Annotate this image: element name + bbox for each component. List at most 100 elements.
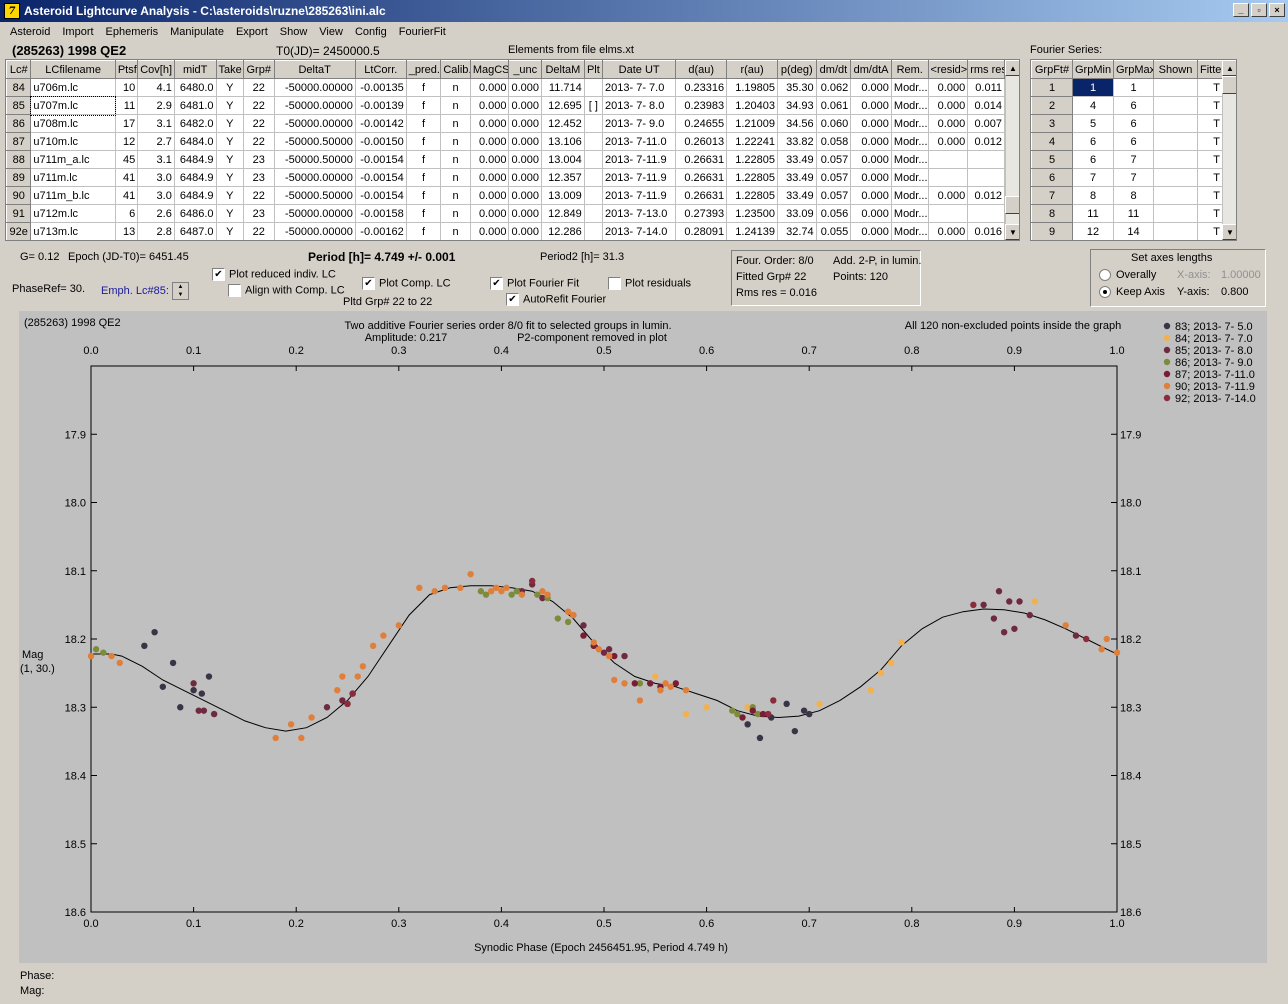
- data-point: [739, 714, 746, 721]
- data-point: [1103, 635, 1110, 643]
- data-point: [100, 649, 107, 656]
- data-point: [151, 628, 158, 636]
- x-tick-label-top: 1.0: [1109, 345, 1124, 357]
- data-point: [1000, 628, 1008, 636]
- data-point: [590, 639, 597, 646]
- data-point: [636, 697, 644, 704]
- y-tick-label-left: 18.2: [65, 634, 86, 646]
- legend-label: 85; 2013- 7- 8.0: [1175, 345, 1253, 357]
- x-tick-label-top: 0.2: [289, 345, 304, 357]
- data-point: [116, 659, 123, 667]
- data-point: [783, 700, 790, 708]
- y-tick-label-left: 18.5: [65, 839, 86, 851]
- data-point: [272, 734, 279, 742]
- y-tick-label-right: 18.5: [1120, 839, 1141, 851]
- y-tick-label-right: 18.4: [1120, 771, 1141, 783]
- data-point: [898, 639, 905, 646]
- data-point: [198, 690, 206, 697]
- data-point: [970, 601, 977, 609]
- legend-label: 84; 2013- 7- 7.0: [1175, 333, 1253, 345]
- legend-marker: [1163, 334, 1171, 342]
- y-tick-label-left: 18.0: [65, 498, 86, 510]
- plot-title: Two additive Fourier series order 8/0 fi…: [344, 320, 671, 332]
- legend-marker: [1163, 346, 1171, 354]
- data-point: [205, 673, 213, 680]
- plot-all-points: All 120 non-excluded points inside the g…: [905, 320, 1121, 332]
- data-point: [323, 704, 331, 711]
- data-point: [867, 686, 874, 694]
- data-point: [605, 646, 613, 653]
- x-tick-label-bottom: 0.4: [494, 918, 509, 930]
- data-point: [354, 673, 361, 680]
- data-point: [177, 704, 184, 711]
- y-axis-label-mag: Mag: [22, 649, 43, 661]
- y-tick-label-right: 18.6: [1120, 907, 1141, 919]
- x-tick-label-bottom: 0.8: [904, 918, 919, 930]
- data-point: [1011, 625, 1018, 632]
- data-point: [1016, 598, 1023, 605]
- legend-marker: [1163, 358, 1171, 366]
- data-point: [528, 577, 536, 585]
- x-tick-label-bottom: 0.0: [83, 918, 98, 930]
- data-point: [1026, 611, 1033, 619]
- y-axis-label-sub: (1, 30.): [20, 663, 55, 675]
- data-point: [380, 632, 387, 639]
- data-point: [441, 584, 449, 592]
- plot-object-name: (285263) 1998 QE2: [24, 317, 121, 329]
- data-point: [1006, 598, 1013, 605]
- data-point: [1098, 646, 1105, 653]
- data-point: [416, 584, 423, 592]
- data-point: [1113, 649, 1121, 656]
- data-point: [621, 652, 628, 660]
- x-tick-label-top: 0.6: [699, 345, 714, 357]
- data-point: [457, 584, 464, 592]
- data-point: [564, 618, 572, 626]
- legend-label: 86; 2013- 7- 9.0: [1175, 357, 1253, 369]
- fourier-fit-curve: [91, 585, 1118, 732]
- data-point: [621, 680, 628, 687]
- data-point: [92, 646, 100, 653]
- data-point: [190, 680, 197, 687]
- data-point: [667, 683, 674, 690]
- lightcurve-chart[interactable]: 0.0 0.0 0.1 0.1 0.2 0.2 0.3 0.3 0.4 0.4 0.5 0.5 0.6 0…: [0, 0, 1288, 1004]
- data-point: [1083, 635, 1090, 643]
- data-point: [580, 632, 587, 639]
- y-tick-label-right: 17.9: [1120, 429, 1141, 441]
- data-point: [1072, 632, 1080, 639]
- data-point: [108, 652, 115, 660]
- data-point: [806, 710, 813, 718]
- data-point: [544, 591, 551, 598]
- data-point: [682, 710, 690, 718]
- plot-frame: [90, 365, 1118, 913]
- y-tick-label-left: 18.3: [65, 702, 86, 714]
- x-tick-label-bottom: 0.6: [699, 918, 714, 930]
- y-tick-label-left: 18.4: [65, 771, 86, 783]
- x-tick-label-top: 0.0: [83, 345, 98, 357]
- plot-amplitude: Amplitude: 0.217: [365, 332, 448, 344]
- y-tick-label-right: 18.0: [1120, 498, 1141, 510]
- data-point: [141, 642, 148, 650]
- data-point: [580, 622, 587, 629]
- mag-readout: Mag:: [20, 985, 45, 997]
- data-point: [657, 686, 664, 694]
- x-tick-label-top: 0.4: [494, 345, 509, 357]
- data-point: [349, 690, 356, 697]
- x-tick-label-top: 0.5: [596, 345, 611, 357]
- data-point: [770, 697, 777, 704]
- plot-p2-note: P2-component removed in plot: [517, 332, 667, 344]
- data-point: [431, 588, 438, 595]
- data-point: [339, 673, 346, 680]
- data-point: [467, 570, 474, 578]
- x-tick-label-bottom: 0.9: [1007, 918, 1022, 930]
- data-point: [287, 721, 295, 728]
- data-point: [744, 721, 751, 728]
- data-point: [1031, 598, 1039, 605]
- legend-marker: [1163, 382, 1171, 390]
- y-tick-label-right: 18.2: [1120, 634, 1141, 646]
- data-point: [652, 673, 659, 680]
- x-tick-label-top: 0.1: [186, 345, 201, 357]
- data-point: [87, 652, 95, 660]
- data-point: [200, 707, 208, 714]
- data-point: [169, 659, 177, 667]
- legend-marker: [1163, 322, 1171, 330]
